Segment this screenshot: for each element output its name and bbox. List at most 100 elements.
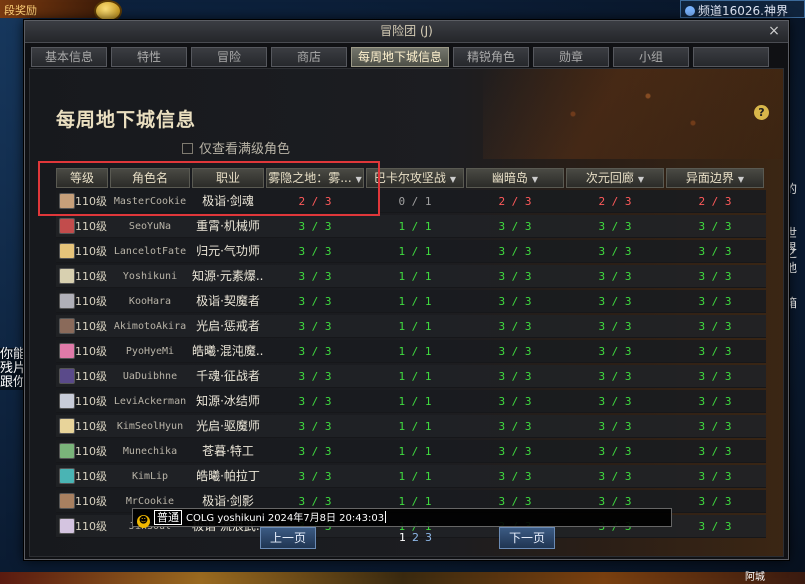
channel-label: 频道16026.神界 [698, 4, 788, 18]
cell-dungeon-3: 3 / 3 [498, 445, 532, 458]
cell-dungeon-5: 3 / 3 [698, 495, 732, 508]
cell-dungeon-1: 3 / 3 [298, 245, 332, 258]
cell-dungeon-2: 1 / 1 [398, 345, 432, 358]
table-row[interactable]: 110级 LeviAckerman 知源·冰结师 3 / 3 1 / 1 3 / 3 3 /… [56, 390, 766, 413]
decorative-artwork [483, 69, 783, 159]
tab-adventure[interactable]: 冒险 [191, 47, 267, 67]
cell-job: 归元·气功师 [196, 244, 260, 258]
cell-character-name: LancelotFate [113, 246, 187, 257]
table-row[interactable]: 110级 SeoYuNa 重霄·机械师 3 / 3 1 / 1 3 / 3 3 / 3 3 /… [56, 215, 766, 238]
cell-character-name: Yoshikuni [122, 271, 178, 282]
cell-dungeon-5: 3 / 3 [698, 295, 732, 308]
chat-message-bar[interactable]: ☻ 普通 COLG yoshikuni 2024年7月8日 20:43:03 [132, 508, 672, 528]
prev-page-button[interactable]: 上一页 [260, 527, 316, 549]
table-row[interactable]: 110级 LancelotFate 归元·气功师 3 / 3 1 / 1 3 / 3 3 /… [56, 240, 766, 263]
header-dungeon-2[interactable]: 巴卡尔攻坚战 ▼ [366, 168, 464, 188]
cell-level: 110级 [75, 445, 107, 458]
header-dungeon-3[interactable]: 幽暗岛 ▼ [466, 168, 564, 188]
coin-icon [94, 0, 122, 22]
table-row[interactable]: 110级 Munechika 苍暮·特工 3 / 3 1 / 1 3 / 3 3 / 3 3 … [56, 440, 766, 463]
cell-dungeon-5: 3 / 3 [698, 220, 732, 233]
table-row[interactable]: 110级 KimLip 皓曦·帕拉丁 3 / 3 1 / 1 3 / 3 3 / 3 3 / … [56, 465, 766, 488]
cell-dungeon-1: 3 / 3 [298, 420, 332, 433]
cell-level: 110级 [75, 320, 107, 333]
cell-dungeon-5: 2 / 3 [698, 195, 732, 208]
cell-level: 110级 [75, 220, 107, 233]
tab-traits[interactable]: 特性 [111, 47, 187, 67]
cell-dungeon-2: 1 / 1 [398, 370, 432, 383]
header-dungeon-5[interactable]: 异面边界 ▼ [666, 168, 764, 188]
cell-dungeon-4: 3 / 3 [598, 245, 632, 258]
max-level-filter-checkbox[interactable]: 仅查看满级角色 [182, 138, 290, 157]
cell-character-name: LeviAckerman [113, 396, 187, 407]
cell-dungeon-5: 3 / 3 [698, 270, 732, 283]
character-avatar-icon [59, 368, 75, 384]
character-avatar-icon [59, 343, 75, 359]
table-row[interactable]: 110级 Yoshikuni 知源·元素爆... 3 / 3 1 / 1 3 / 3 3 /… [56, 265, 766, 288]
cell-dungeon-1: 3 / 3 [298, 220, 332, 233]
cell-dungeon-2: 0 / 1 [398, 195, 432, 208]
cell-level: 110级 [75, 295, 107, 308]
table-row[interactable]: 110级 PyoHyeMi 皓曦·混沌魔... 3 / 3 1 / 1 3 / 3 3 / … [56, 340, 766, 363]
character-avatar-icon [59, 493, 75, 509]
character-avatar-icon [59, 393, 75, 409]
cell-job: 光启·驱魔师 [196, 419, 260, 433]
cell-dungeon-3: 3 / 3 [498, 345, 532, 358]
cell-dungeon-5: 3 / 3 [698, 445, 732, 458]
cell-character-name: Munechika [122, 446, 178, 457]
tab-weekly-dungeon[interactable]: 每周地下城信息 [351, 47, 449, 67]
cell-character-name: SeoYuNa [128, 221, 172, 232]
chat-channel[interactable]: 普通 [154, 510, 182, 525]
cell-dungeon-2: 1 / 1 [398, 295, 432, 308]
table-row[interactable]: 110级 AkimotoAkira 光启·惩戒者 3 / 3 1 / 1 3 / 3 3 /… [56, 315, 766, 338]
background-bottom-bar [0, 572, 805, 584]
cell-dungeon-4: 3 / 3 [598, 445, 632, 458]
cell-dungeon-2: 1 / 1 [398, 320, 432, 333]
cell-dungeon-2: 1 / 1 [398, 445, 432, 458]
adventure-team-window: 冒险团 (J) × 基本信息 特性 冒险 商店 每周地下城信息 精锐角色 勋章 … [24, 20, 789, 560]
cell-job: 皓曦·帕拉丁 [196, 469, 260, 483]
header-dungeon-4[interactable]: 次元回廊 ▼ [566, 168, 664, 188]
help-icon[interactable]: ? [754, 105, 769, 120]
page-title: 每周地下城信息 [56, 109, 197, 131]
tab-medals[interactable]: 勋章 [533, 47, 609, 67]
tab-shop[interactable]: 商店 [271, 47, 347, 67]
cell-level: 110级 [75, 470, 107, 483]
checkbox-icon[interactable] [182, 143, 193, 154]
channel-indicator[interactable]: 频道16026.神界 [680, 0, 805, 18]
dropdown-arrow-icon: ▼ [531, 175, 539, 184]
page-number-3[interactable]: 3 [425, 531, 432, 544]
table-row[interactable]: 110级 KooHara 极诣·契魔者 3 / 3 1 / 1 3 / 3 3 / 3 3 /… [56, 290, 766, 313]
character-avatar-icon [59, 418, 75, 434]
page-number-1[interactable]: 1 [399, 531, 406, 544]
window-title: 冒险团 (J) [380, 24, 433, 38]
cell-level: 110级 [75, 270, 107, 283]
close-icon[interactable]: × [766, 24, 782, 40]
tab-elite-characters[interactable]: 精锐角色 [453, 47, 529, 67]
tab-basic-info[interactable]: 基本信息 [31, 47, 107, 67]
cell-dungeon-3: 3 / 3 [498, 470, 532, 483]
table-row[interactable]: 110级 UaDuibhne 千魂·征战者 3 / 3 1 / 1 3 / 3 3 / 3 3… [56, 365, 766, 388]
table-row[interactable]: 110级 KimSeolHyun 光启·驱魔师 3 / 3 1 / 1 3 / 3 3 / … [56, 415, 766, 438]
cell-dungeon-3: 3 / 3 [498, 320, 532, 333]
page-number-2[interactable]: 2 [412, 531, 419, 544]
cell-dungeon-5: 3 / 3 [698, 470, 732, 483]
cell-dungeon-4: 3 / 3 [598, 370, 632, 383]
cell-job: 知源·元素爆... [192, 269, 264, 283]
window-titlebar[interactable]: 冒险团 (J) × [25, 21, 788, 43]
cell-dungeon-4: 3 / 3 [598, 395, 632, 408]
cell-character-name: KooHara [128, 296, 172, 307]
cell-dungeon-3: 3 / 3 [498, 395, 532, 408]
cell-dungeon-4: 3 / 3 [598, 420, 632, 433]
cell-dungeon-3: 3 / 3 [498, 270, 532, 283]
text-cursor [385, 511, 387, 523]
tab-group[interactable]: 小组 [613, 47, 689, 67]
character-avatar-icon [59, 443, 75, 459]
next-page-button[interactable]: 下一页 [499, 527, 555, 549]
cell-dungeon-4: 3 / 3 [598, 470, 632, 483]
cell-job: 千魂·征战者 [196, 369, 260, 383]
cell-job: 光启·惩戒者 [196, 319, 260, 333]
cell-dungeon-3: 3 / 3 [498, 245, 532, 258]
cell-level: 110级 [75, 245, 107, 258]
cell-dungeon-5: 3 / 3 [698, 245, 732, 258]
